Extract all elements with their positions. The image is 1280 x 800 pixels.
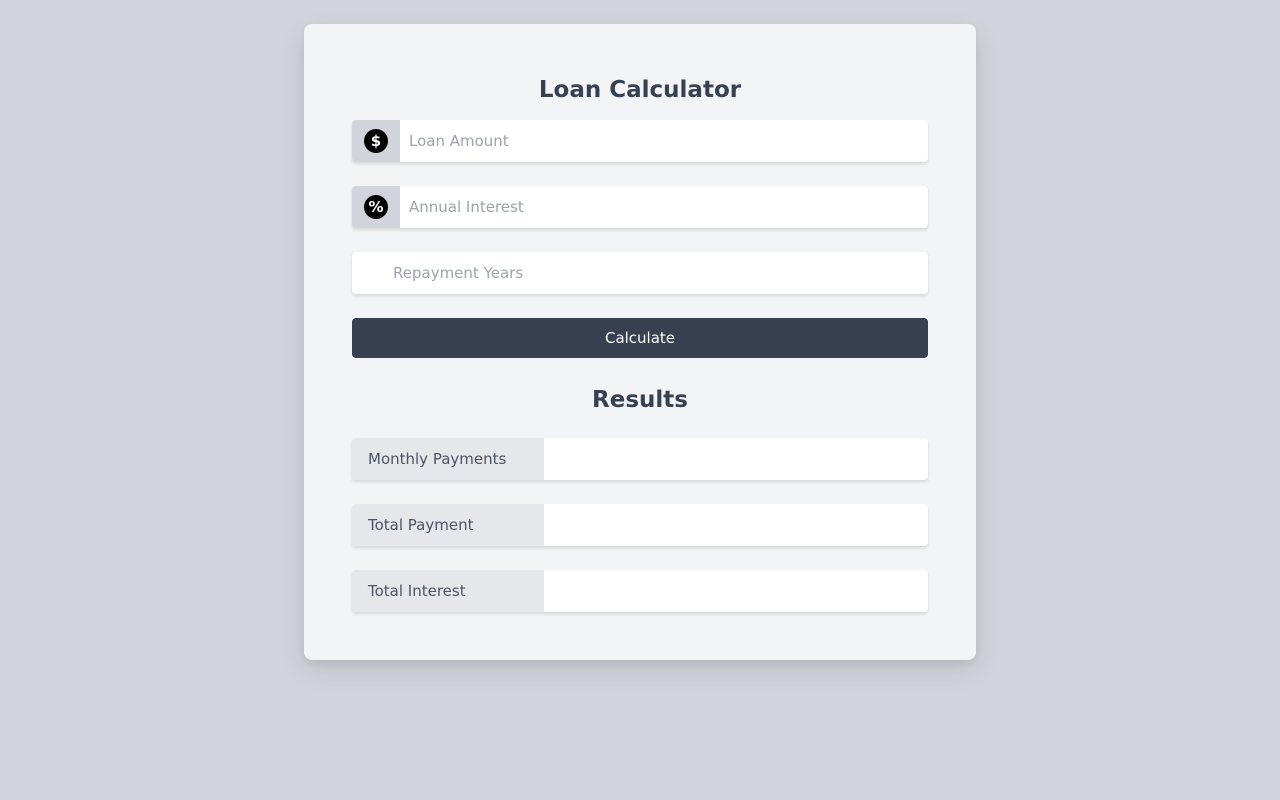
total-interest-row: Total Interest [352,570,928,612]
calculate-button[interactable]: Calculate [352,318,928,358]
total-payment-row: Total Payment [352,504,928,546]
total-interest-output[interactable] [544,570,928,612]
annual-interest-input[interactable] [400,186,928,228]
page-title: Loan Calculator [538,77,742,103]
total-payment-output[interactable] [544,504,928,546]
monthly-payments-output[interactable] [544,438,928,480]
annual-interest-prefix: % [352,186,400,228]
loan-calculator-card: Loan Calculator $ % Calculate Results Mo… [304,24,976,660]
loan-amount-input[interactable] [400,120,928,162]
monthly-payments-label: Monthly Payments [352,438,544,480]
annual-interest-field[interactable]: % [352,186,928,228]
results-title: Results [592,387,688,413]
dollar-icon: $ [364,129,388,153]
repayment-years-field[interactable] [352,252,928,294]
loan-amount-field[interactable]: $ [352,120,928,162]
monthly-payments-row: Monthly Payments [352,438,928,480]
percent-icon: % [364,195,388,219]
repayment-years-input[interactable] [352,252,928,294]
loan-amount-prefix: $ [352,120,400,162]
total-interest-label: Total Interest [352,570,544,612]
total-payment-label: Total Payment [352,504,544,546]
